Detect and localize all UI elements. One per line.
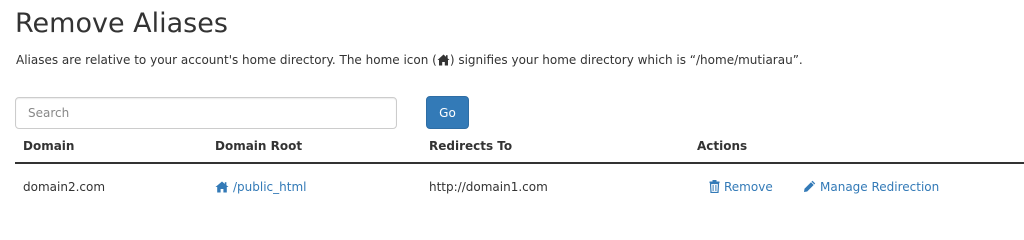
home-icon [437,52,450,72]
header-domain[interactable]: Domain [23,138,74,154]
table-header: Domain Domain Root Redirects To Actions [15,132,1024,164]
remove-button[interactable]: Remove [709,179,773,197]
cell-redirects-to: http://domain1.com [429,180,548,194]
header-domain-root[interactable]: Domain Root [215,138,302,154]
aliases-table: Domain Domain Root Redirects To Actions … [15,132,1024,212]
remove-label: Remove [724,180,773,194]
cell-domain: domain2.com [23,180,106,194]
description-suffix: ) signifies your home directory which is… [449,53,803,67]
trash-icon [709,180,720,197]
pencil-icon [803,180,816,197]
search-input[interactable] [15,97,397,129]
page-title: Remove Aliases [15,8,228,39]
home-icon [215,181,229,197]
manage-redirection-button[interactable]: Manage Redirection [803,179,939,197]
domain-root-link[interactable]: /public_html [215,179,306,197]
manage-label: Manage Redirection [820,180,940,194]
page-description: Aliases are relative to your account's h… [16,50,803,72]
domain-root-label: /public_html [233,180,307,194]
header-redirects-to[interactable]: Redirects To [429,138,512,154]
description-prefix: Aliases are relative to your account's h… [16,53,437,67]
go-button[interactable]: Go [426,96,469,129]
table-row: domain2.com /public_html http://domain1.… [15,164,1024,212]
header-actions: Actions [697,139,748,153]
